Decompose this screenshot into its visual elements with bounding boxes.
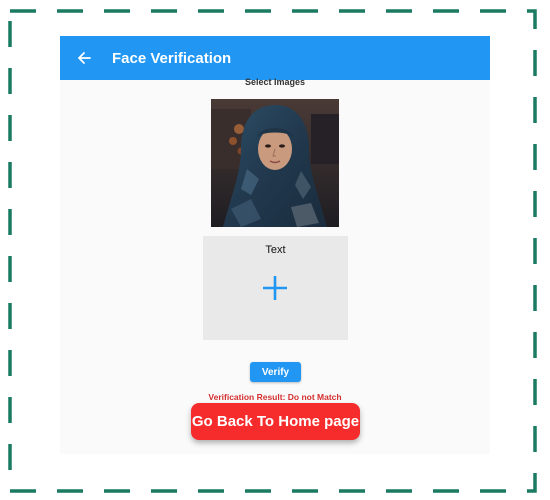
app-screen: Face Verification Select Images Text Ver… bbox=[60, 36, 490, 454]
selected-face-photo bbox=[211, 99, 339, 227]
app-bar-title: Face Verification bbox=[112, 49, 232, 67]
picker-label: Text bbox=[265, 244, 286, 256]
first-image-slot[interactable] bbox=[211, 99, 339, 227]
app-bar: Face Verification bbox=[60, 36, 490, 80]
plus-icon bbox=[263, 276, 287, 300]
second-image-picker[interactable]: Text bbox=[203, 236, 348, 340]
verify-button[interactable]: Verify bbox=[250, 362, 301, 382]
back-button[interactable] bbox=[62, 36, 106, 80]
go-home-button[interactable]: Go Back To Home page bbox=[191, 403, 360, 440]
arrow-left-icon bbox=[78, 52, 91, 64]
select-images-title: Select Images bbox=[244, 77, 306, 87]
verification-result: Verification Result: Do not Match bbox=[208, 392, 342, 402]
